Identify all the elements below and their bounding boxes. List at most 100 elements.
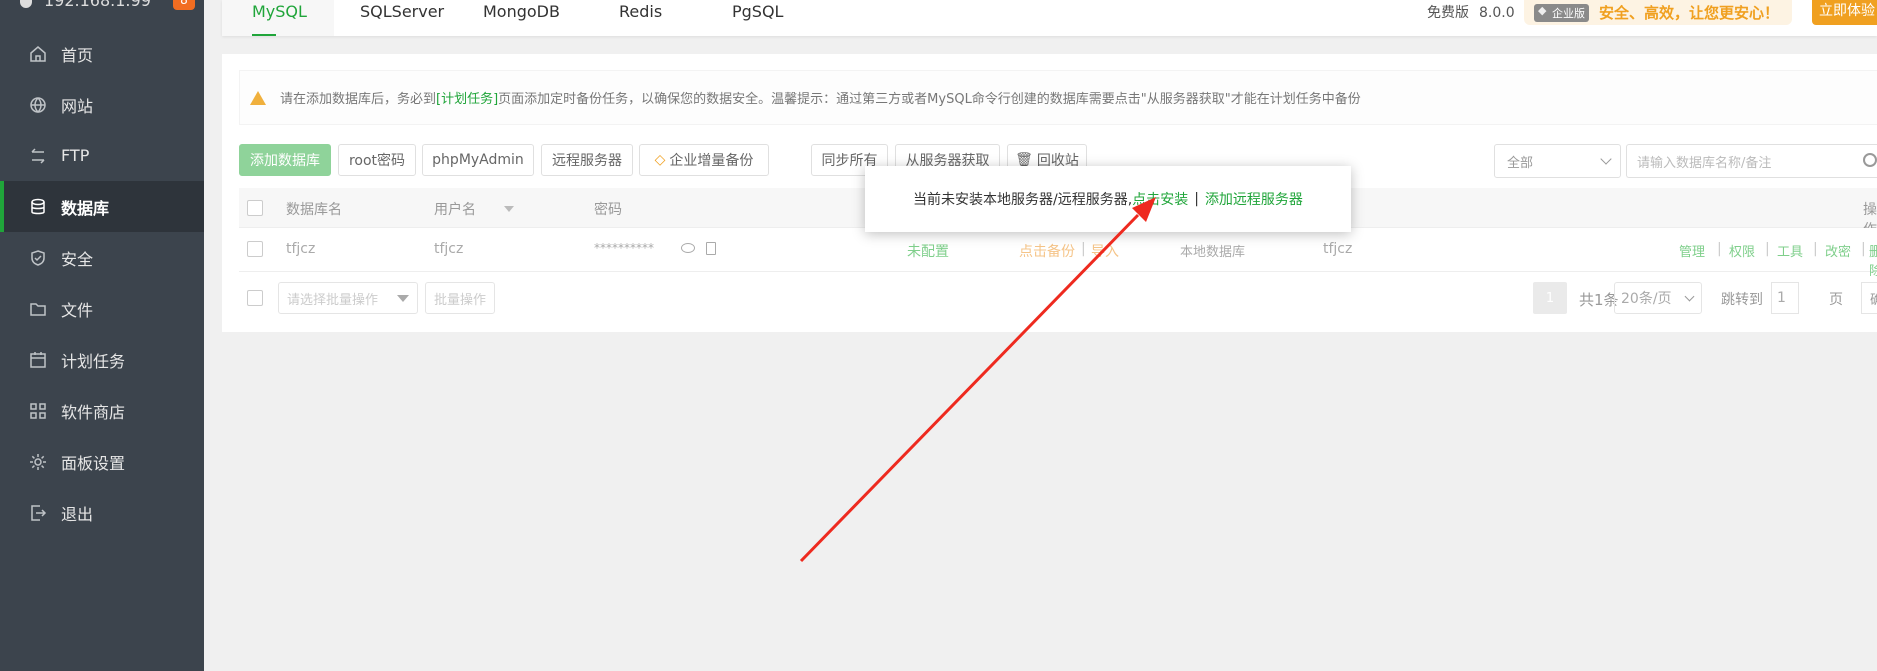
install-prompt-popup: 当前未安装本地服务器/远程服务器, 点击安装 | 添加远程服务器 bbox=[865, 166, 1351, 232]
sidebar-item-label: FTP bbox=[61, 146, 90, 165]
separator: | bbox=[1717, 241, 1722, 257]
action-manage[interactable]: 管理 bbox=[1679, 241, 1705, 260]
sidebar-item-label: 首页 bbox=[61, 45, 94, 65]
root-password-button[interactable]: root密码 bbox=[338, 144, 416, 176]
db-location: 本地数据库 bbox=[1180, 245, 1246, 260]
grid-icon bbox=[29, 402, 47, 420]
page-size-select[interactable]: 20条/页 bbox=[1614, 282, 1702, 314]
popup-message: 当前未安装本地服务器/远程服务器, bbox=[913, 192, 1133, 208]
sidebar-item-settings[interactable]: 面板设置 bbox=[0, 436, 204, 487]
sidebar-item-website[interactable]: 网站 bbox=[0, 79, 204, 130]
backup-status: 未配置 bbox=[907, 244, 949, 260]
sidebar-item-label: 数据库 bbox=[61, 198, 110, 218]
globe-icon bbox=[29, 96, 47, 114]
sidebar-item-security[interactable]: 安全 bbox=[0, 232, 204, 283]
db-user: tfjcz bbox=[434, 241, 464, 257]
footer-checkbox[interactable] bbox=[247, 290, 263, 306]
page-size-value: 20条/页 bbox=[1621, 291, 1672, 307]
remote-server-button[interactable]: 远程服务器 bbox=[541, 144, 633, 176]
total-count: 共1条 bbox=[1579, 291, 1619, 309]
sidebar-item-label: 退出 bbox=[61, 504, 94, 524]
sidebar-item-store[interactable]: 软件商店 bbox=[0, 385, 204, 436]
sidebar-item-label: 软件商店 bbox=[61, 402, 126, 422]
tab-pgsql[interactable]: PgSQL bbox=[732, 0, 783, 36]
install-link[interactable]: 点击安装 bbox=[1132, 189, 1188, 209]
search-input[interactable]: 请输入数据库名称/备注 bbox=[1626, 144, 1877, 178]
search-icon[interactable] bbox=[1863, 153, 1877, 167]
tab-mongodb[interactable]: MongoDB bbox=[483, 0, 560, 36]
chevron-down-icon bbox=[1600, 153, 1612, 165]
sidebar-item-cron[interactable]: 计划任务 bbox=[0, 334, 204, 385]
column-name[interactable]: 数据库名 bbox=[286, 199, 342, 219]
db-name: tfjcz bbox=[286, 241, 316, 257]
batch-action-button[interactable]: 批量操作 bbox=[425, 282, 495, 314]
row-checkbox[interactable] bbox=[247, 241, 263, 257]
sidebar-item-label: 文件 bbox=[61, 300, 94, 320]
ftp-icon bbox=[29, 147, 47, 165]
separator: | bbox=[1813, 241, 1818, 257]
enterprise-badge: 企业版 bbox=[1534, 3, 1589, 22]
goto-page-input[interactable]: 1 bbox=[1771, 282, 1799, 314]
backup-link[interactable]: 点击备份 bbox=[1019, 241, 1075, 261]
tab-mysql[interactable]: MySQL bbox=[222, 0, 334, 36]
batch-action-select[interactable]: 请选择批量操作 bbox=[278, 282, 418, 314]
import-link[interactable]: 导入 bbox=[1091, 241, 1119, 261]
add-remote-server-link[interactable]: 添加远程服务器 bbox=[1205, 189, 1303, 209]
separator: | bbox=[1081, 241, 1086, 257]
separator: | bbox=[1765, 241, 1770, 257]
current-page[interactable]: 1 bbox=[1533, 282, 1567, 314]
enterprise-backup-label: 企业增量备份 bbox=[669, 153, 754, 169]
sort-icon[interactable] bbox=[504, 206, 514, 212]
action-permission[interactable]: 权限 bbox=[1729, 241, 1755, 260]
server-host: 192.168.1.99 bbox=[44, 0, 151, 10]
separator: | bbox=[1861, 241, 1866, 257]
notice-prefix: 请在添加数据库后，务必到 bbox=[280, 92, 437, 107]
batch-placeholder: 请选择批量操作 bbox=[287, 292, 379, 308]
try-now-button[interactable]: 立即体验 bbox=[1812, 0, 1877, 25]
sidebar-item-ftp[interactable]: FTP bbox=[0, 130, 204, 181]
sidebar-item-database[interactable]: 数据库 bbox=[0, 181, 204, 232]
caret-down-icon bbox=[397, 295, 409, 302]
table-row: tfjcz tfjcz ********** 未配置 点击备份 | 导入 本地数… bbox=[239, 228, 1877, 279]
search-placeholder: 请输入数据库名称/备注 bbox=[1637, 155, 1772, 171]
warning-icon bbox=[250, 90, 266, 105]
copy-icon[interactable] bbox=[706, 242, 716, 255]
sidebar-item-label: 网站 bbox=[61, 96, 94, 116]
column-password: 密码 bbox=[594, 202, 622, 218]
calendar-icon bbox=[29, 351, 47, 369]
column-user[interactable]: 用户名 bbox=[434, 199, 476, 219]
notice-suffix: 页面添加定时备份任务，以确保您的数据安全。温馨提示：通过第三方或者MySQL命令… bbox=[498, 92, 1361, 107]
sidebar-item-label: 面板设置 bbox=[61, 453, 126, 473]
enterprise-backup-button[interactable]: ◇ 企业增量备份 bbox=[639, 144, 769, 176]
action-change-password[interactable]: 改密 bbox=[1825, 241, 1851, 260]
sidebar-item-files[interactable]: 文件 bbox=[0, 283, 204, 334]
tab-redis[interactable]: Redis bbox=[619, 0, 662, 36]
home-icon bbox=[29, 45, 47, 63]
database-icon bbox=[29, 198, 47, 216]
sidebar: 192.168.1.99 8 首页 网站 FTP 数据库 安全 文件 计划任务 … bbox=[0, 0, 204, 671]
promo-slogan: 安全、高效，让您更安心！ bbox=[1599, 4, 1780, 22]
db-password: ********** bbox=[594, 241, 654, 255]
shield-icon bbox=[29, 249, 47, 267]
select-all-checkbox[interactable] bbox=[247, 200, 263, 216]
notification-badge[interactable]: 8 bbox=[173, 0, 195, 10]
sidebar-item-label: 安全 bbox=[61, 249, 94, 269]
cron-task-link[interactable]: [计划任务] bbox=[436, 88, 498, 107]
type-filter-select[interactable]: 全部 bbox=[1494, 144, 1621, 178]
phpmyadmin-button[interactable]: phpMyAdmin bbox=[422, 144, 534, 176]
action-delete[interactable]: 删除 bbox=[1869, 241, 1877, 279]
goto-confirm-button[interactable]: 确认 bbox=[1861, 282, 1877, 314]
eye-icon[interactable] bbox=[681, 243, 695, 253]
enterprise-promo[interactable]: 企业版 安全、高效，让您更安心！ bbox=[1524, 0, 1792, 25]
db-remark[interactable]: tfjcz bbox=[1323, 241, 1352, 257]
sidebar-item-logout[interactable]: 退出 bbox=[0, 487, 204, 538]
sidebar-item-home[interactable]: 首页 bbox=[0, 28, 204, 79]
server-icon bbox=[20, 0, 32, 8]
version-number: 8.0.0 bbox=[1479, 5, 1515, 21]
edition-label: 免费版 bbox=[1427, 5, 1469, 21]
action-tools[interactable]: 工具 bbox=[1777, 241, 1803, 260]
add-database-button[interactable]: 添加数据库 bbox=[239, 144, 331, 176]
tab-sqlserver[interactable]: SQLServer bbox=[360, 0, 444, 36]
gear-icon bbox=[29, 453, 47, 471]
page-label: 页 bbox=[1829, 292, 1843, 308]
